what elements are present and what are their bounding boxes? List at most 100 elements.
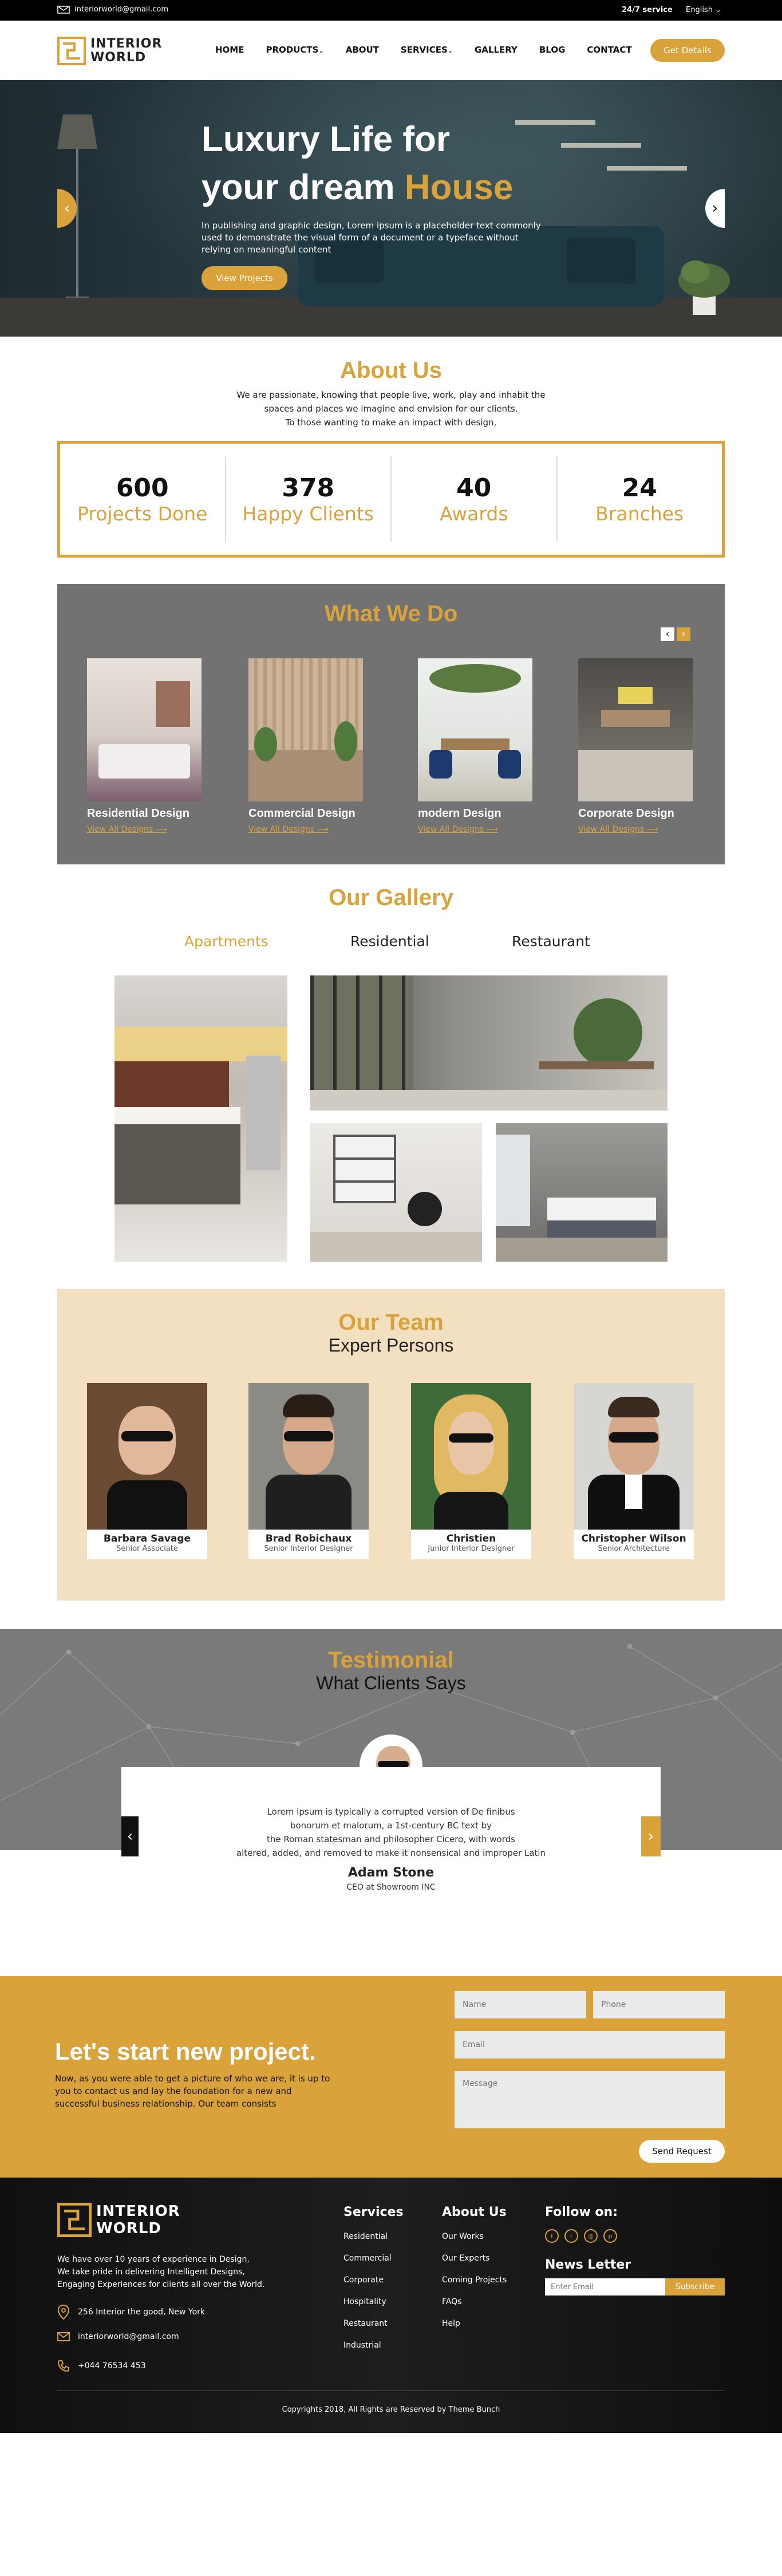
footer-logo-line2: WORLD [96,2220,161,2237]
team-member-photo [411,1383,531,1530]
newsletter-email-input[interactable] [545,2278,665,2296]
footer-link-our-works[interactable]: Our Works [442,2226,507,2247]
team-member-name: Brad Robichaux [265,1533,352,1544]
nav-services[interactable]: SERVICES⌄ [401,45,453,55]
footer-link-coming-projects[interactable]: Coming Projects [442,2269,507,2291]
footer-about-line2: We take pride in delivering Intelligent … [57,2267,245,2277]
about-text-line1: We are passionate, knowing that people l… [236,390,546,400]
footer-address-text: 256 Interior the good, New York [78,2308,206,2317]
facebook-icon[interactable]: f [545,2229,559,2243]
view-all-designs-link[interactable]: View All Designs ⟶ [418,825,532,834]
email-input[interactable] [455,2031,725,2059]
carousel-next-button[interactable]: › [677,627,690,641]
main-navbar: INTERIOR WORLD HOME PRODUCTS⌄ ABOUT SERVI… [0,21,782,80]
team-member-card[interactable]: Brad Robichaux Senior Interior Designer [248,1383,369,1559]
plant-image [678,260,730,315]
contact-cta-section: Let's start new project. Now, as you wer… [0,1976,782,2178]
design-card-title: Commercial Design [248,807,356,820]
pinterest-icon[interactable]: p [603,2229,617,2243]
footer-link-restaurant[interactable]: Restaurant [343,2313,392,2334]
view-all-designs-link[interactable]: View All Designs ⟶ [248,825,363,834]
arrow-right-icon: ⟶ [317,825,329,834]
footer-phone[interactable]: +044 76534 453 [57,2360,146,2372]
stat-label: Projects Done [77,503,208,525]
message-input[interactable] [455,2071,725,2128]
team-member-card[interactable]: Christien Junior Interior Designer [411,1383,531,1559]
gallery-image-living[interactable] [310,975,668,1111]
team-member-role: Senior Associate [116,1544,178,1553]
gallery-image-bedroom[interactable] [496,1123,668,1262]
stat-number: 378 [282,473,335,503]
gallery-tab-apartments[interactable]: Apartments [184,933,268,950]
phone-icon [57,2360,69,2372]
phone-input[interactable] [593,1991,725,2018]
hero-text: In publishing and graphic design, Lorem … [202,220,541,255]
site-logo[interactable]: INTERIOR WORLD [57,37,162,65]
team-member-name: Christopher Wilson [581,1533,686,1544]
nav-home[interactable]: HOME [215,45,244,55]
view-all-designs-link[interactable]: View All Designs ⟶ [578,825,693,834]
footer-email-text: interiorworld@gmail.com [78,2332,179,2341]
design-card[interactable]: Residential Design View All Designs ⟶ [87,658,202,834]
about-text-line2: spaces and places we imagine and envisio… [264,404,518,414]
testimonial-name: Adam Stone [347,1866,435,1880]
name-input[interactable] [455,1991,586,2018]
stat-clients: 378 Happy Clients [226,456,392,542]
stat-number: 40 [456,473,492,503]
chevron-right-icon: › [647,1828,654,1845]
team-member-photo [87,1383,207,1530]
footer-link-hospitality[interactable]: Hospitality [343,2291,392,2313]
team-member-name: Barbara Savage [103,1533,191,1544]
gallery-tab-residential[interactable]: Residential [350,933,429,950]
footer-link-corporate[interactable]: Corporate [343,2269,392,2291]
footer-link-our-experts[interactable]: Our Experts [442,2247,507,2269]
carousel-prev-button[interactable]: ‹ [661,627,674,641]
cta-text-line2: you to contact us and lay the foundation… [55,2086,292,2096]
footer-email[interactable]: interiorworld@gmail.com [57,2332,179,2341]
topbar-email[interactable]: interiorworld@gmail.com [57,5,168,14]
design-card[interactable]: modern Design View All Designs ⟶ [418,658,532,834]
gallery-image-study[interactable] [310,1123,482,1262]
logo-line2: WORLD [90,50,147,65]
corporate-design-image [578,658,693,801]
footer-link-commercial[interactable]: Commercial [343,2247,392,2269]
design-card[interactable]: Commercial Design View All Designs ⟶ [248,658,363,834]
footer-about-line3: Engaging Experiences for clients all ove… [57,2280,265,2289]
subscribe-button[interactable]: Subscribe [665,2278,725,2296]
twitter-icon[interactable]: t [564,2229,578,2243]
footer-link-faqs[interactable]: FAQs [442,2291,507,2313]
footer-logo[interactable]: INTERIOR WORLD [57,2203,180,2237]
view-projects-button[interactable]: View Projects [202,266,287,290]
gallery-image-kitchen[interactable] [114,975,287,1262]
view-all-designs-link[interactable]: View All Designs ⟶ [87,825,202,834]
team-member-card[interactable]: Barbara Savage Senior Associate [87,1383,207,1559]
design-card[interactable]: Corporate Design View All Designs ⟶ [578,658,693,834]
language-select[interactable]: English ⌄ [686,6,721,14]
nav-blog[interactable]: BLOG [539,45,566,55]
arrow-right-icon: ⟶ [155,825,167,834]
get-details-button[interactable]: Get Details [650,39,725,62]
send-request-button[interactable]: Send Request [639,2140,725,2163]
nav-about[interactable]: ABOUT [346,45,379,55]
topbar-email-text: interiorworld@gmail.com [74,5,168,14]
testimonial-next-button[interactable]: › [641,1816,661,1856]
footer-link-help[interactable]: Help [442,2313,507,2334]
hero-banner: Luxury Life for your dream House In publi… [0,80,782,337]
testimonial-prev-button[interactable]: ‹ [121,1816,139,1856]
team-member-card[interactable]: Christopher Wilson Senior Architecture [574,1383,694,1559]
nav-products[interactable]: PRODUCTS⌄ [266,45,323,55]
instagram-icon[interactable]: ◎ [584,2229,598,2243]
cta-title: Let's start new project. [55,2038,316,2065]
nav-gallery[interactable]: GALLERY [475,45,518,55]
nav-menu: HOME PRODUCTS⌄ ABOUT SERVICES⌄ GALLERY B… [215,45,632,55]
about-text-line3: To those wanting to make an impact with … [285,417,497,428]
nav-contact[interactable]: CONTACT [587,45,631,55]
gallery-tab-restaurant[interactable]: Restaurant [512,933,590,950]
footer-link-industrial[interactable]: Industrial [343,2334,392,2356]
footer-link-residential[interactable]: Residential [343,2226,392,2247]
newsletter-title: News Letter [545,2258,631,2272]
footer-follow-title: Follow on: [545,2205,618,2219]
nav-services-label: SERVICES [400,45,448,55]
arrow-right-icon: ⟶ [486,825,498,834]
hero-title: Luxury Life for your dream House [202,116,637,212]
